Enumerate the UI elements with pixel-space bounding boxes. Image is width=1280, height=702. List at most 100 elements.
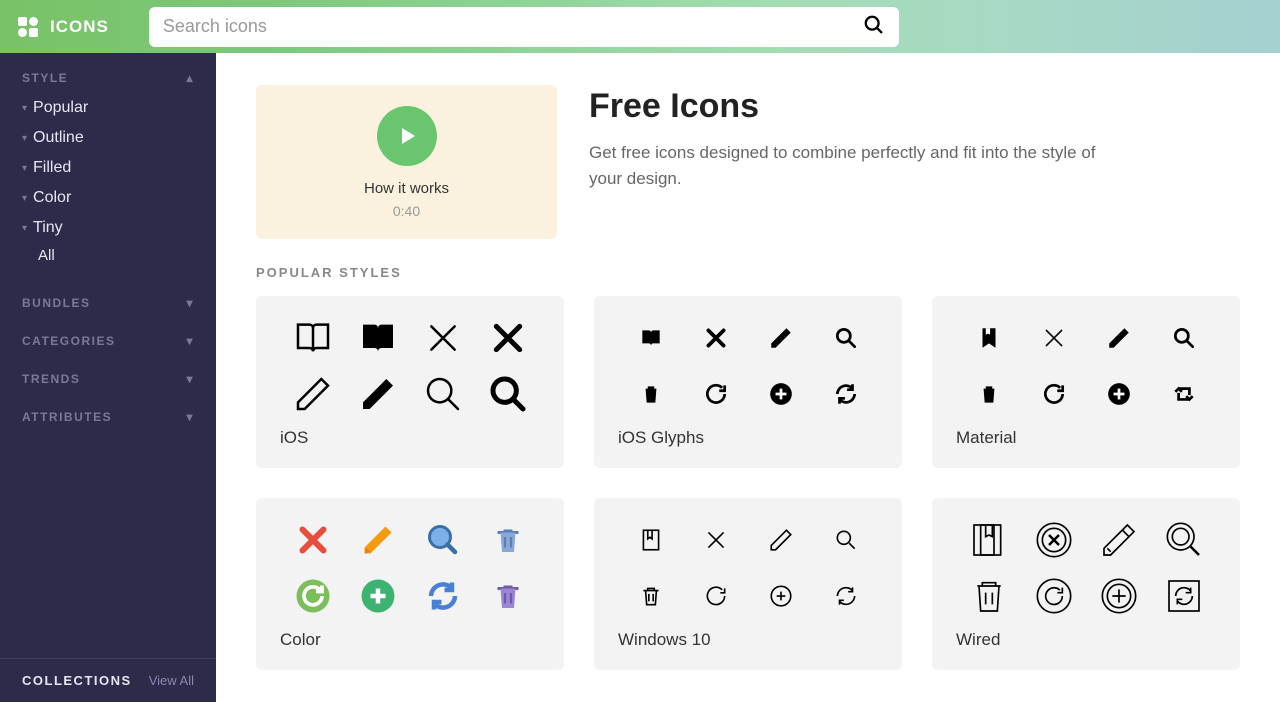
main-content: How it works 0:40 Free Icons Get free ic… — [216, 53, 1280, 702]
sidebar-section-categories[interactable]: CATEGORIES ▾ — [22, 330, 194, 352]
book-icon — [638, 325, 664, 356]
search-bold-icon — [488, 374, 528, 419]
play-button[interactable] — [377, 106, 437, 166]
chevron-up-icon: ▴ — [186, 71, 194, 85]
chevron-down-icon: ▾ — [186, 410, 194, 424]
caret-icon: ▾ — [22, 103, 27, 114]
sidebar-item-outline[interactable]: ▾ Outline — [22, 123, 194, 153]
sidebar-section-label: BUNDLES — [22, 296, 91, 310]
bookmark-icon — [976, 325, 1002, 356]
pencil-icon — [1099, 520, 1139, 565]
x-circle-icon — [1034, 520, 1074, 565]
reload-circle-icon — [1034, 576, 1074, 621]
chevron-down-icon: ▾ — [186, 334, 194, 348]
style-card-wired[interactable]: Wired — [932, 498, 1240, 670]
sidebar-subitem-all[interactable]: All — [22, 243, 194, 268]
plus-circle-icon — [768, 583, 794, 614]
reload-icon — [703, 583, 729, 614]
sidebar-footer: COLLECTIONS View All — [0, 658, 216, 702]
x-thin-icon — [423, 318, 463, 363]
retweet-icon — [1171, 381, 1197, 412]
search-icon — [833, 527, 859, 558]
sidebar-section-style[interactable]: STYLE ▴ — [22, 67, 194, 89]
search-blue-icon — [425, 522, 461, 563]
search-box[interactable] — [149, 7, 899, 47]
card-title: Color — [280, 630, 540, 650]
reload-icon — [703, 381, 729, 412]
sidebar-item-popular[interactable]: ▾ Popular — [22, 93, 194, 123]
search-icon — [833, 325, 859, 356]
trash-icon — [976, 381, 1002, 412]
plus-circle-icon — [1106, 381, 1132, 412]
search-icon — [863, 14, 885, 39]
card-title: Windows 10 — [618, 630, 878, 650]
page-description: Get free icons designed to combine perfe… — [589, 140, 1109, 193]
brand-mark-icon — [16, 15, 40, 39]
book-filled-icon — [358, 318, 398, 363]
style-card-ios[interactable]: iOS — [256, 296, 564, 468]
search-icon — [1164, 520, 1204, 565]
brand-name: ICONS — [50, 17, 109, 37]
sidebar-item-tiny[interactable]: ▾Tiny — [22, 213, 194, 243]
caret-icon: ▾ — [22, 223, 27, 234]
brand-logo[interactable]: ICONS — [16, 15, 109, 39]
sidebar-item-label: Filled — [33, 159, 71, 177]
chevron-down-icon: ▾ — [186, 296, 194, 310]
trash-icon — [638, 381, 664, 412]
search-icon — [1171, 325, 1197, 356]
sidebar-section-label: STYLE — [22, 71, 68, 85]
search-button[interactable] — [863, 14, 885, 39]
caret-icon: ▾ — [22, 163, 27, 174]
x-bold-icon — [488, 318, 528, 363]
popular-styles-label: POPULAR STYLES — [256, 265, 1240, 280]
plus-circle-icon — [1099, 576, 1139, 621]
card-title: Wired — [956, 630, 1216, 650]
style-card-windows-10[interactable]: Windows 10 — [594, 498, 902, 670]
sidebar-section-trends[interactable]: TRENDS▾ — [22, 368, 194, 390]
sidebar-item-label: Popular — [33, 99, 88, 117]
reload-icon — [1041, 381, 1067, 412]
sidebar-section-bundles[interactable]: BUNDLES ▾ — [22, 292, 194, 314]
card-title: Material — [956, 428, 1216, 448]
sidebar-section-attributes[interactable]: ATTRIBUTES▾ — [22, 406, 194, 428]
sidebar-item-color[interactable]: ▾Color — [22, 183, 194, 213]
x-icon — [703, 325, 729, 356]
pencil-outline-icon — [293, 374, 333, 419]
bookmark-icon — [638, 527, 664, 558]
trash-purple-icon — [490, 578, 526, 619]
trash-icon — [969, 576, 1009, 621]
style-card-ios-glyphs[interactable]: iOS Glyphs — [594, 296, 902, 468]
pencil-icon — [768, 527, 794, 558]
sync-icon — [833, 381, 859, 412]
search-input[interactable] — [163, 16, 863, 37]
x-red-icon — [295, 522, 331, 563]
plus-circle-icon — [768, 381, 794, 412]
sidebar-section-label: CATEGORIES — [22, 334, 115, 348]
pencil-fill-icon — [358, 374, 398, 419]
sidebar-item-filled[interactable]: ▾ Filled — [22, 153, 194, 183]
caret-icon: ▾ — [22, 133, 27, 144]
sync-box-icon — [1164, 576, 1204, 621]
search-container — [149, 7, 899, 47]
header: ICONS — [0, 0, 1280, 53]
view-all-link[interactable]: View All — [149, 673, 194, 688]
card-title: iOS — [280, 428, 540, 448]
x-icon — [1041, 325, 1067, 356]
caret-icon: ▾ — [22, 193, 27, 204]
how-it-works-card[interactable]: How it works 0:40 — [256, 85, 557, 239]
style-card-color[interactable]: Color — [256, 498, 564, 670]
trash-icon — [638, 583, 664, 614]
plus-green-icon — [360, 578, 396, 619]
page-title: Free Icons — [589, 87, 1109, 126]
chevron-down-icon: ▾ — [186, 372, 194, 386]
trash-blue-icon — [490, 522, 526, 563]
sync-icon — [833, 583, 859, 614]
video-title: How it works — [364, 180, 449, 197]
sync-blue-icon — [425, 578, 461, 619]
search-thin-icon — [423, 374, 463, 419]
reload-green-icon — [295, 578, 331, 619]
sidebar-item-label: Outline — [33, 129, 84, 147]
pencil-orange-icon — [360, 522, 396, 563]
style-card-material[interactable]: Material — [932, 296, 1240, 468]
bookmarks-icon — [969, 520, 1009, 565]
